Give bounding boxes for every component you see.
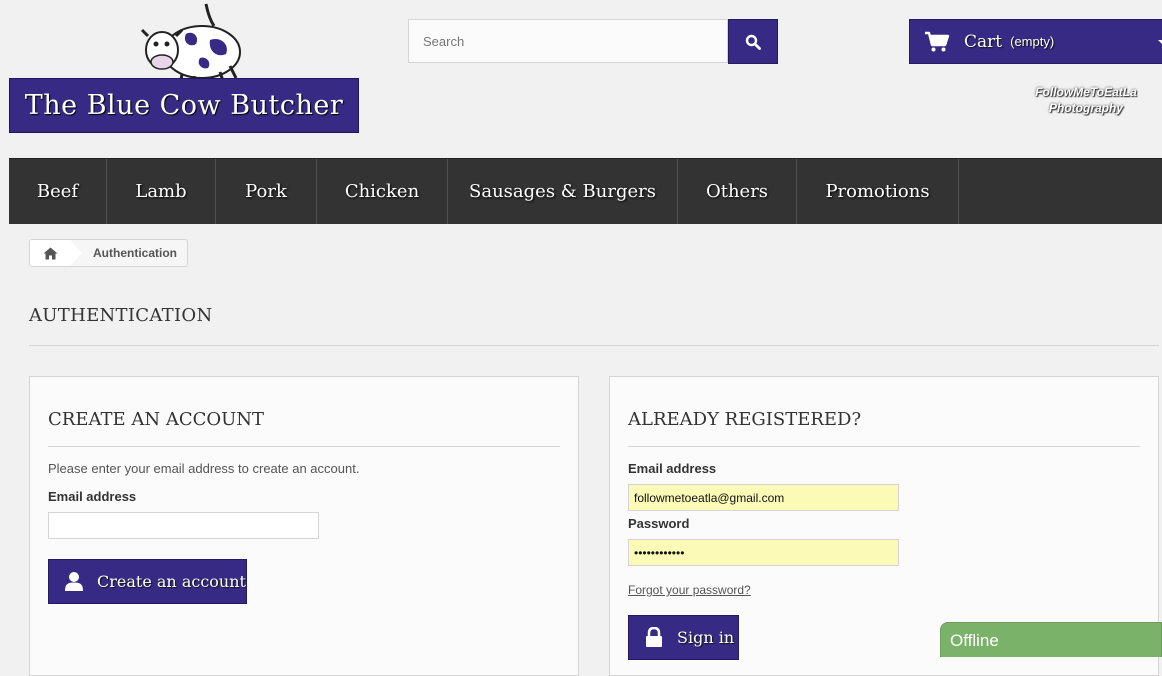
create-account-title: CREATE AN ACCOUNT <box>48 409 265 430</box>
cow-mascot-icon <box>140 3 241 87</box>
login-password-label: Password <box>628 516 690 531</box>
user-icon <box>63 571 85 593</box>
search-icon <box>745 34 761 50</box>
menu-item-others[interactable]: Others <box>678 159 797 224</box>
search-input[interactable] <box>408 19 728 63</box>
watermark-line-1: FollowMeToEatLa <box>1035 85 1137 99</box>
search-button[interactable] <box>728 19 778 64</box>
sign-in-button[interactable]: Sign in <box>628 615 739 660</box>
create-account-form: CREATE AN ACCOUNT Please enter your emai… <box>29 376 579 676</box>
cart-button[interactable]: Cart (empty) <box>909 19 1162 64</box>
live-chat-widget[interactable]: Offline <box>940 622 1162 657</box>
photo-watermark: FollowMeToEatLa Photography <box>1006 84 1162 116</box>
create-account-button-label: Create an account <box>97 572 246 591</box>
watermark-line-2: Photography <box>1049 101 1123 115</box>
login-password-input[interactable] <box>628 539 899 566</box>
menu-item-chicken[interactable]: Chicken <box>317 159 448 224</box>
breadcrumb-current: Authentication <box>93 246 177 260</box>
chevron-down-icon <box>1158 40 1162 45</box>
breadcrumb: Authentication <box>29 239 188 267</box>
menu-item-promotions[interactable]: Promotions <box>797 159 959 224</box>
create-email-input[interactable] <box>48 512 319 539</box>
login-email-input[interactable] <box>628 484 899 511</box>
brand-name: The Blue Cow Butcher <box>9 78 359 133</box>
page-title: AUTHENTICATION <box>29 305 213 326</box>
chat-status: Offline <box>950 631 999 650</box>
cart-status: (empty) <box>1010 34 1055 49</box>
create-account-intro: Please enter your email address to creat… <box>48 461 360 476</box>
main-menu: Beef Lamb Pork Chicken Sausages & Burger… <box>9 158 1162 224</box>
cart-label: Cart <box>964 31 1003 52</box>
menu-item-sausages-burgers[interactable]: Sausages & Burgers <box>448 159 678 224</box>
breadcrumb-home[interactable] <box>30 240 82 266</box>
shopping-cart-icon <box>925 31 950 51</box>
home-icon <box>43 247 57 259</box>
menu-item-lamb[interactable]: Lamb <box>107 159 216 224</box>
create-account-divider <box>48 446 560 447</box>
login-title: ALREADY REGISTERED? <box>628 409 862 430</box>
login-email-label: Email address <box>628 461 717 476</box>
login-divider <box>628 446 1140 447</box>
sign-in-button-label: Sign in <box>677 628 735 647</box>
menu-item-pork[interactable]: Pork <box>216 159 317 224</box>
create-account-button[interactable]: Create an account <box>48 559 247 604</box>
forgot-password-link[interactable]: Forgot your password? <box>628 583 751 597</box>
lock-icon <box>643 627 665 649</box>
heading-divider <box>29 345 1159 346</box>
menu-item-beef[interactable]: Beef <box>9 159 107 224</box>
site-logo[interactable]: The Blue Cow Butcher <box>9 0 359 133</box>
create-email-label: Email address <box>48 489 137 504</box>
